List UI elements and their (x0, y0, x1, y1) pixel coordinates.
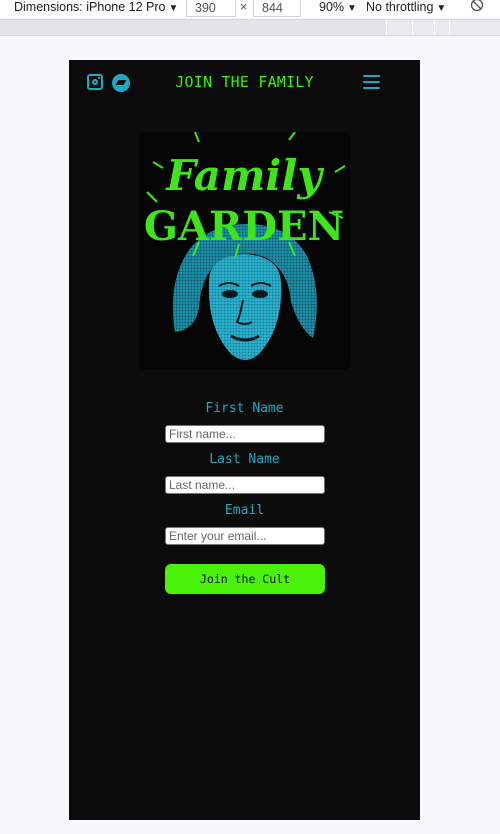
devtools-device-toolbar: Dimensions: iPhone 12 Pro▼ × 90%▼ No thr… (0, 0, 500, 18)
logo-line2: GARDEN (144, 203, 344, 250)
device-dimensions-dropdown[interactable]: Dimensions: iPhone 12 Pro ▼ (14, 0, 178, 18)
email-field[interactable] (165, 527, 325, 545)
viewport-width-input[interactable] (186, 0, 236, 17)
device-dimensions-label: Dimensions: iPhone 12 Pro (14, 0, 166, 14)
zoom-dropdown[interactable]: 90% ▼ (319, 0, 357, 18)
viewport-height-input[interactable] (253, 0, 301, 17)
first-name-label: First Name (205, 401, 284, 416)
hamburger-menu-icon[interactable] (363, 75, 380, 90)
first-name-field[interactable] (165, 425, 325, 443)
top-nav: JOIN THE FAMILY (69, 60, 420, 105)
logo-line1: Family (165, 151, 324, 200)
chevron-down-icon: ▼ (168, 3, 179, 14)
join-button[interactable]: Join the Cult (165, 564, 325, 594)
album-artwork: Family GARDEN (139, 132, 350, 370)
chevron-down-icon: ▼ (436, 3, 447, 14)
media-query-ruler[interactable] (0, 19, 500, 36)
chevron-down-icon: ▼ (347, 3, 357, 14)
throttling-dropdown[interactable]: No throttling ▼ (366, 0, 446, 18)
last-name-label: Last Name (209, 452, 280, 467)
email-label: Email (224, 503, 265, 518)
device-viewport: JOIN THE FAMILY Family GARDEN First Name… (69, 60, 420, 820)
last-name-field[interactable] (165, 476, 325, 494)
dimension-separator: × (240, 0, 248, 14)
throttling-label: No throttling (366, 0, 434, 14)
rotate-device-icon[interactable] (470, 0, 484, 12)
zoom-label: 90% (319, 0, 345, 14)
